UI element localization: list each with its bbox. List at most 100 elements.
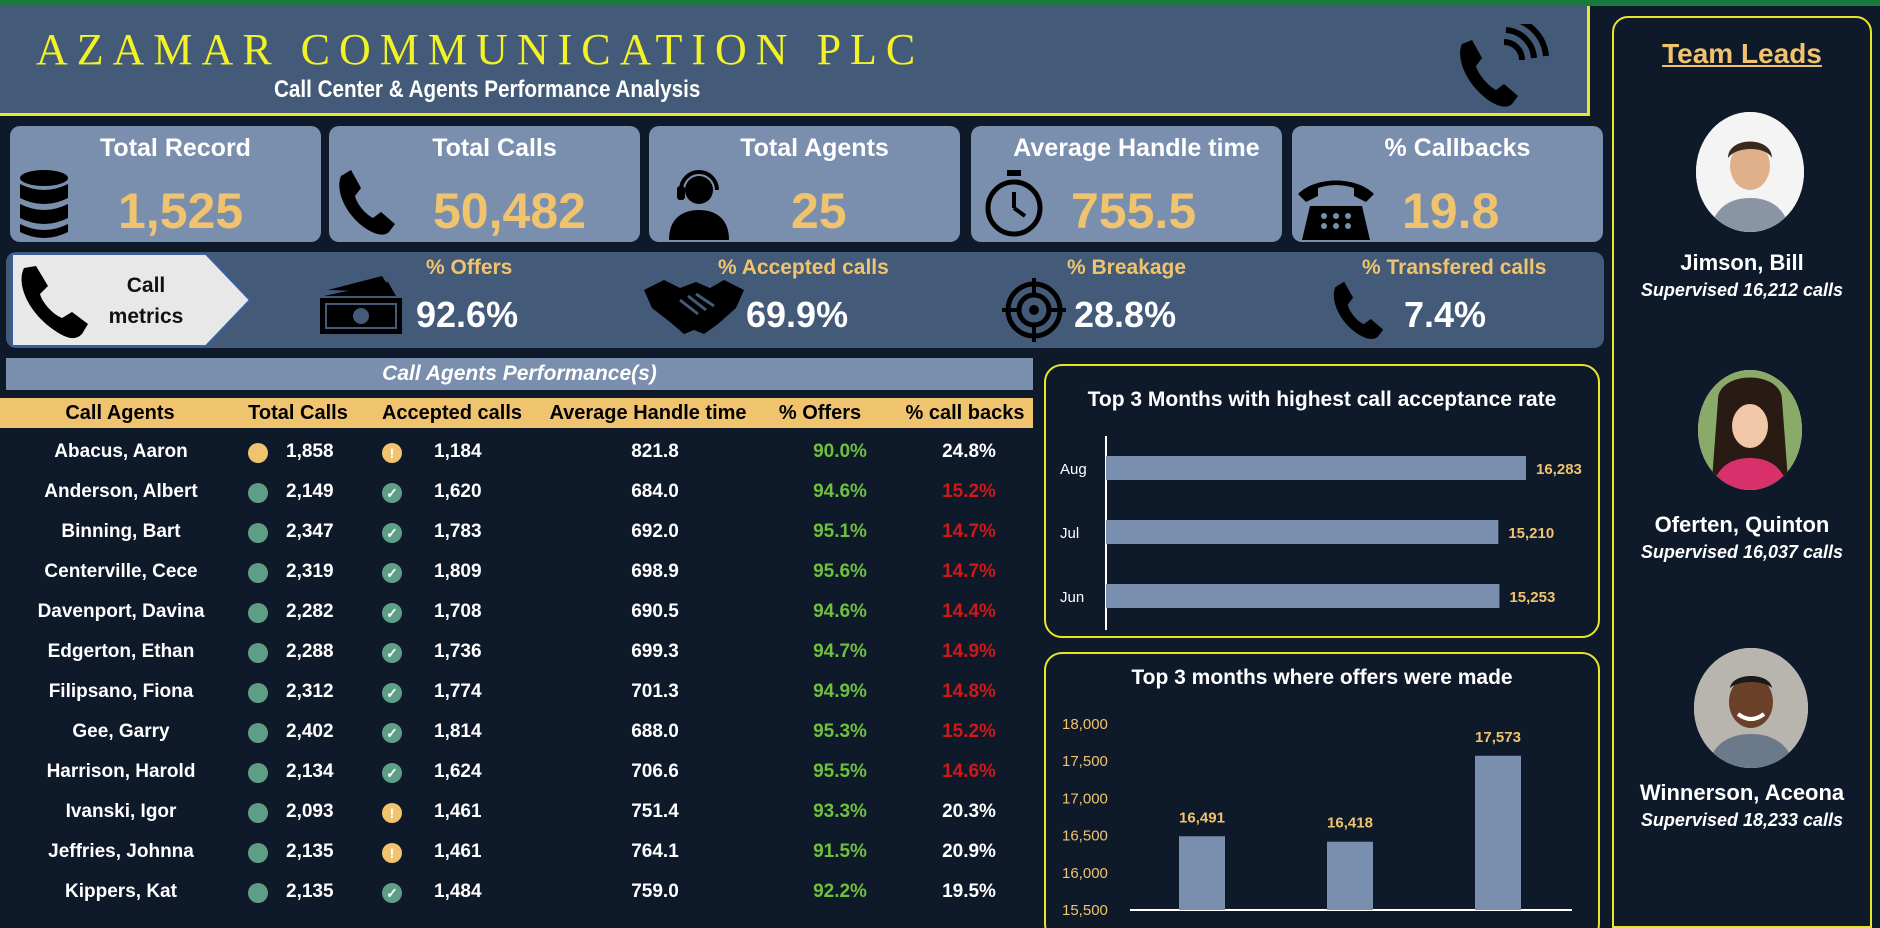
handshake-icon [644, 280, 744, 334]
lead-name: Winnerson, Aceona [1639, 780, 1845, 805]
offers-percent: 90.0% [813, 441, 867, 462]
person-icon [1694, 648, 1808, 768]
status-dot-icon [248, 523, 268, 543]
agent-name: Harrison, Harold [46, 761, 196, 782]
chart-category-label: Aug [1060, 461, 1087, 478]
chart-data-label: 16,418 [1327, 815, 1373, 832]
accepted-calls: 1,809 [434, 561, 482, 582]
accepted-calls: 1,484 [434, 881, 482, 902]
column-header-average-handle-time: Average Handle time [549, 402, 747, 424]
chart-data-label: 16,491 [1179, 809, 1225, 826]
agent-name: Anderson, Albert [44, 481, 198, 502]
company-name: AZAMAR COMMUNICATION PLC [36, 25, 925, 74]
chart-tick-label: 16,500 [1062, 828, 1108, 845]
column-header-call-backs: % call backs [905, 402, 1025, 424]
chart-data-label: 15,253 [1509, 589, 1555, 606]
table-row: Abacus, Aaron 1,858! 1,184 821.8 90.0% 24.8% [0, 432, 1033, 472]
metric-value-offers: 92.6% [416, 294, 519, 335]
offers-percent: 95.5% [813, 761, 867, 782]
accepted-calls: 1,461 [434, 841, 482, 862]
table-row: Davenport, Davina 2,282 ✓ 1,708 690.5 94.6% 14… [0, 592, 1033, 632]
offers-percent: 95.1% [813, 521, 867, 542]
status-dot-icon [248, 843, 268, 863]
offers-percent: 91.5% [813, 841, 867, 862]
chart-bar [1106, 520, 1499, 544]
kpi-title: % Callbacks [1384, 134, 1531, 162]
column-header-accepted-calls: Accepted calls [381, 402, 523, 424]
chart-bar [1179, 836, 1225, 910]
total-calls: 2,402 [286, 721, 334, 742]
accepted-calls: 1,774 [434, 681, 482, 702]
status-dot-icon [248, 603, 268, 623]
average-handle-time: 764.1 [631, 841, 679, 862]
total-calls: 2,093 [286, 801, 334, 822]
accepted-calls: 1,620 [434, 481, 482, 502]
kpi-title: Total Calls [432, 134, 557, 162]
metric-value-breakage: 28.8% [1074, 294, 1177, 335]
total-calls: 2,135 [286, 881, 334, 902]
total-calls: 2,134 [286, 761, 334, 782]
average-handle-time: 698.9 [631, 561, 679, 582]
lead-supervised: Supervised 18,233 calls [1640, 810, 1844, 830]
call-metrics-band: Call metrics % Offers 92.6% % Accepted c… [6, 252, 1604, 348]
callbacks-percent: 14.7% [942, 561, 996, 582]
exclamation-icon: ! [382, 443, 402, 463]
total-calls: 2,347 [286, 521, 334, 542]
callbacks-percent: 14.6% [942, 761, 996, 782]
agent-name: Kippers, Kat [65, 881, 177, 902]
metric-title-breakage: % Breakage [1067, 256, 1187, 279]
callbacks-percent: 14.7% [942, 521, 996, 542]
agent-name: Davenport, Davina [37, 601, 205, 622]
person-icon [1696, 112, 1804, 232]
table-row: Centerville, Cece 2,319 ✓ 1,809 698.9 95.6% 14… [0, 552, 1033, 592]
total-calls: 2,312 [286, 681, 334, 702]
status-dot-icon [248, 883, 268, 903]
agent-name: Edgerton, Ethan [47, 641, 195, 662]
accepted-calls: 1,783 [434, 521, 482, 542]
agent-name: Binning, Bart [61, 521, 181, 542]
header-banner: AZAMAR COMMUNICATION PLC Call Center & A… [0, 6, 1590, 116]
lead-name: Oferten, Quinton [1654, 512, 1830, 537]
check-icon: ✓ [382, 723, 402, 743]
kpi-value: 19.8 [1402, 183, 1500, 239]
chart-category-label: Jun [1060, 589, 1084, 606]
status-dot-icon [248, 803, 268, 823]
chart-bar [1327, 841, 1373, 910]
callbacks-percent: 14.8% [942, 681, 996, 702]
phone-icon [1333, 281, 1384, 340]
average-handle-time: 699.3 [631, 641, 679, 662]
callbacks-percent: 14.9% [942, 641, 996, 662]
offers-percent: 94.9% [813, 681, 867, 702]
metric-title-accepted-calls: % Accepted calls [718, 256, 889, 279]
chart-offers-card: Top 3 months where offers were made 18,0… [1044, 652, 1600, 928]
average-handle-time: 701.3 [631, 681, 679, 702]
offers-percent: 94.6% [813, 601, 867, 622]
total-calls: 2,288 [286, 641, 334, 662]
average-handle-time: 688.0 [631, 721, 679, 742]
accepted-calls: 1,461 [434, 801, 482, 822]
column-header-offers: % Offers [778, 402, 862, 424]
lead-supervised: Supervised 16,212 calls [1640, 280, 1844, 300]
table-title: Call Agents Performance(s) [6, 358, 1033, 390]
avatar [1698, 370, 1802, 490]
status-dot-icon [248, 443, 268, 463]
check-icon: ✓ [382, 683, 402, 703]
check-icon: ✓ [382, 523, 402, 543]
chart-bar [1106, 456, 1526, 480]
average-handle-time: 821.8 [631, 441, 679, 462]
money-icon [320, 276, 402, 334]
kpi-card-average-handle-time: Average Handle time 755.5 [971, 126, 1282, 242]
average-handle-time: 684.0 [631, 481, 679, 502]
metric-value-accepted-calls: 69.9% [746, 294, 849, 335]
call-metrics-label: Call metrics [108, 274, 184, 328]
agent-name: Gee, Garry [72, 721, 170, 742]
offers-percent: 94.7% [813, 641, 867, 662]
callbacks-percent: 19.5% [942, 881, 996, 902]
table-row: Harrison, Harold 2,134 ✓ 1,624 706.6 95.5% 14.… [0, 752, 1033, 792]
table-row: Filipsano, Fiona 2,312 ✓ 1,774 701.3 94.9% 14.… [0, 672, 1033, 712]
column-header-total-calls: Total Calls [248, 402, 348, 424]
total-calls: 2,282 [286, 601, 334, 622]
table-row: Edgerton, Ethan 2,288 ✓ 1,736 699.3 94.7% 14.9… [0, 632, 1033, 672]
table-row: Jeffries, Johnna 2,135! 1,461 764.1 91.5% 20.… [0, 832, 1033, 872]
accepted-calls: 1,814 [434, 721, 482, 742]
